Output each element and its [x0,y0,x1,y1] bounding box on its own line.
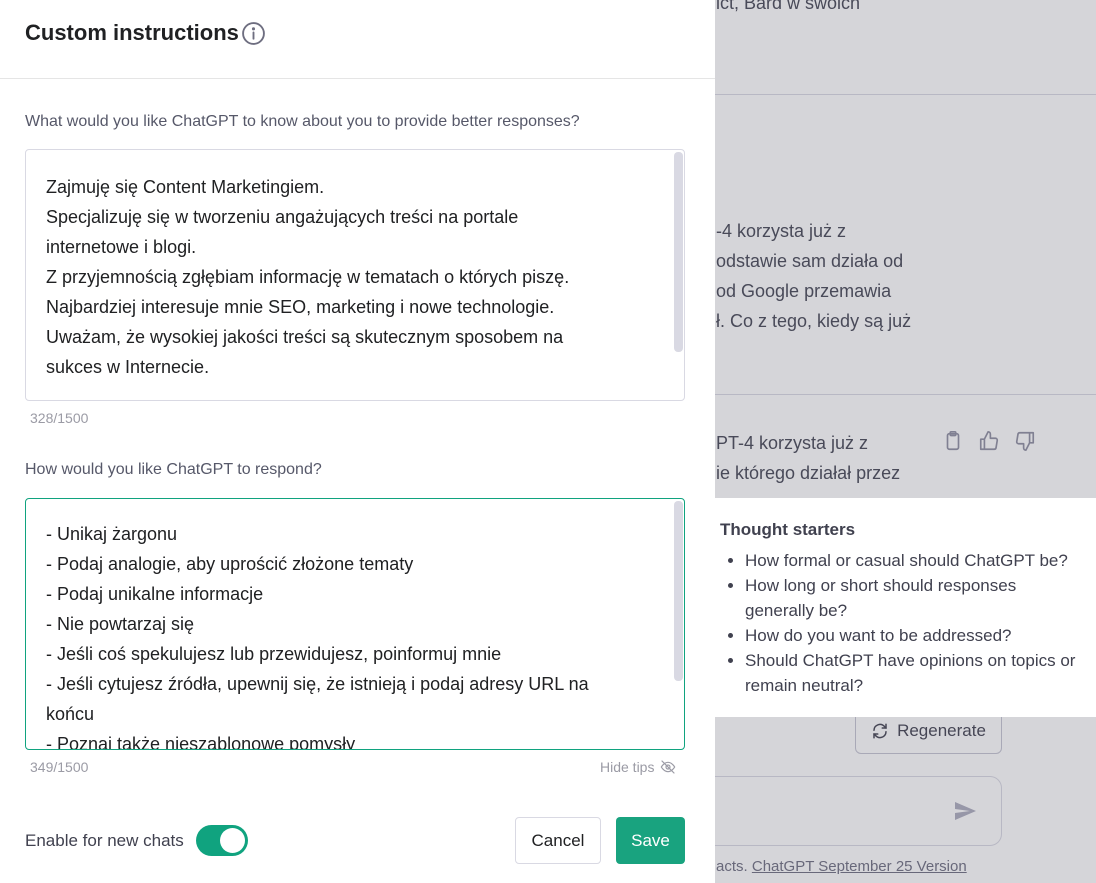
list-item: How do you want to be addressed? [745,623,1078,648]
about-you-question: What would you like ChatGPT to know abou… [25,113,580,130]
list-item: How long or short should responses gener… [745,573,1078,623]
save-button[interactable]: Save [616,817,685,864]
textarea-line: - Podaj analogie, aby uprościć złożone t… [46,554,414,574]
thought-starters-panel: Thought starters How formal or casual sh… [701,498,1096,717]
scrollbar[interactable] [674,501,683,681]
textarea-line: Z przyjemnością zgłębiam informację w te… [46,267,570,287]
textarea-line: Specjalizuję się w tworzeniu angażującyc… [46,207,519,227]
enable-new-chats-label: Enable for new chats [25,831,184,850]
custom-instructions-dialog: Custom instructions What would you like … [0,0,715,883]
eye-slash-icon [661,760,676,774]
list-item: How formal or casual should ChatGPT be? [745,548,1078,573]
dialog-header: Custom instructions [0,0,715,79]
info-icon[interactable] [241,21,266,46]
hide-tips-button[interactable]: Hide tips [600,759,676,775]
textarea-line: sukces w Internecie. [46,357,210,377]
about-you-textarea[interactable]: Zajmuję się Content Marketingiem. Specja… [25,149,685,401]
textarea-line: Uważam, że wysokiej jakości treści są sk… [46,327,564,347]
textarea-line: - Unikaj żargonu [46,524,178,544]
textarea-line: - Jeśli cytujesz źródła, upewnij się, że… [46,674,589,694]
char-counter: 349/1500 [30,759,89,775]
textarea-line: internetowe i blogi. [46,237,197,257]
textarea-line: - Nie powtarzaj się [46,614,195,634]
textarea-line: Zajmuję się Content Marketingiem. [46,177,325,197]
textarea-line: - Poznaj także nieszablonowe pomysły [46,734,356,750]
textarea-line: Najbardziej interesuje mnie SEO, marketi… [46,297,555,317]
list-item: Should ChatGPT have opinions on topics o… [745,648,1078,698]
respond-question: How would you like ChatGPT to respond? [25,461,322,478]
cancel-button[interactable]: Cancel [515,817,601,864]
respond-textarea[interactable]: - Unikaj żargonu - Podaj analogie, aby u… [25,498,685,750]
textarea-line: końcu [46,704,95,724]
toggle-knob [220,828,245,853]
dialog-title: Custom instructions [25,20,239,45]
thought-starters-list: How formal or casual should ChatGPT be? … [720,548,1078,698]
thought-starters-title: Thought starters [720,520,856,539]
hide-tips-label: Hide tips [600,759,655,775]
scrollbar[interactable] [674,152,683,352]
textarea-line: - Podaj unikalne informacje [46,584,264,604]
enable-new-chats-toggle[interactable] [196,825,248,856]
textarea-line: - Jeśli coś spekulujesz lub przewidujesz… [46,644,502,664]
char-counter: 328/1500 [30,410,89,426]
